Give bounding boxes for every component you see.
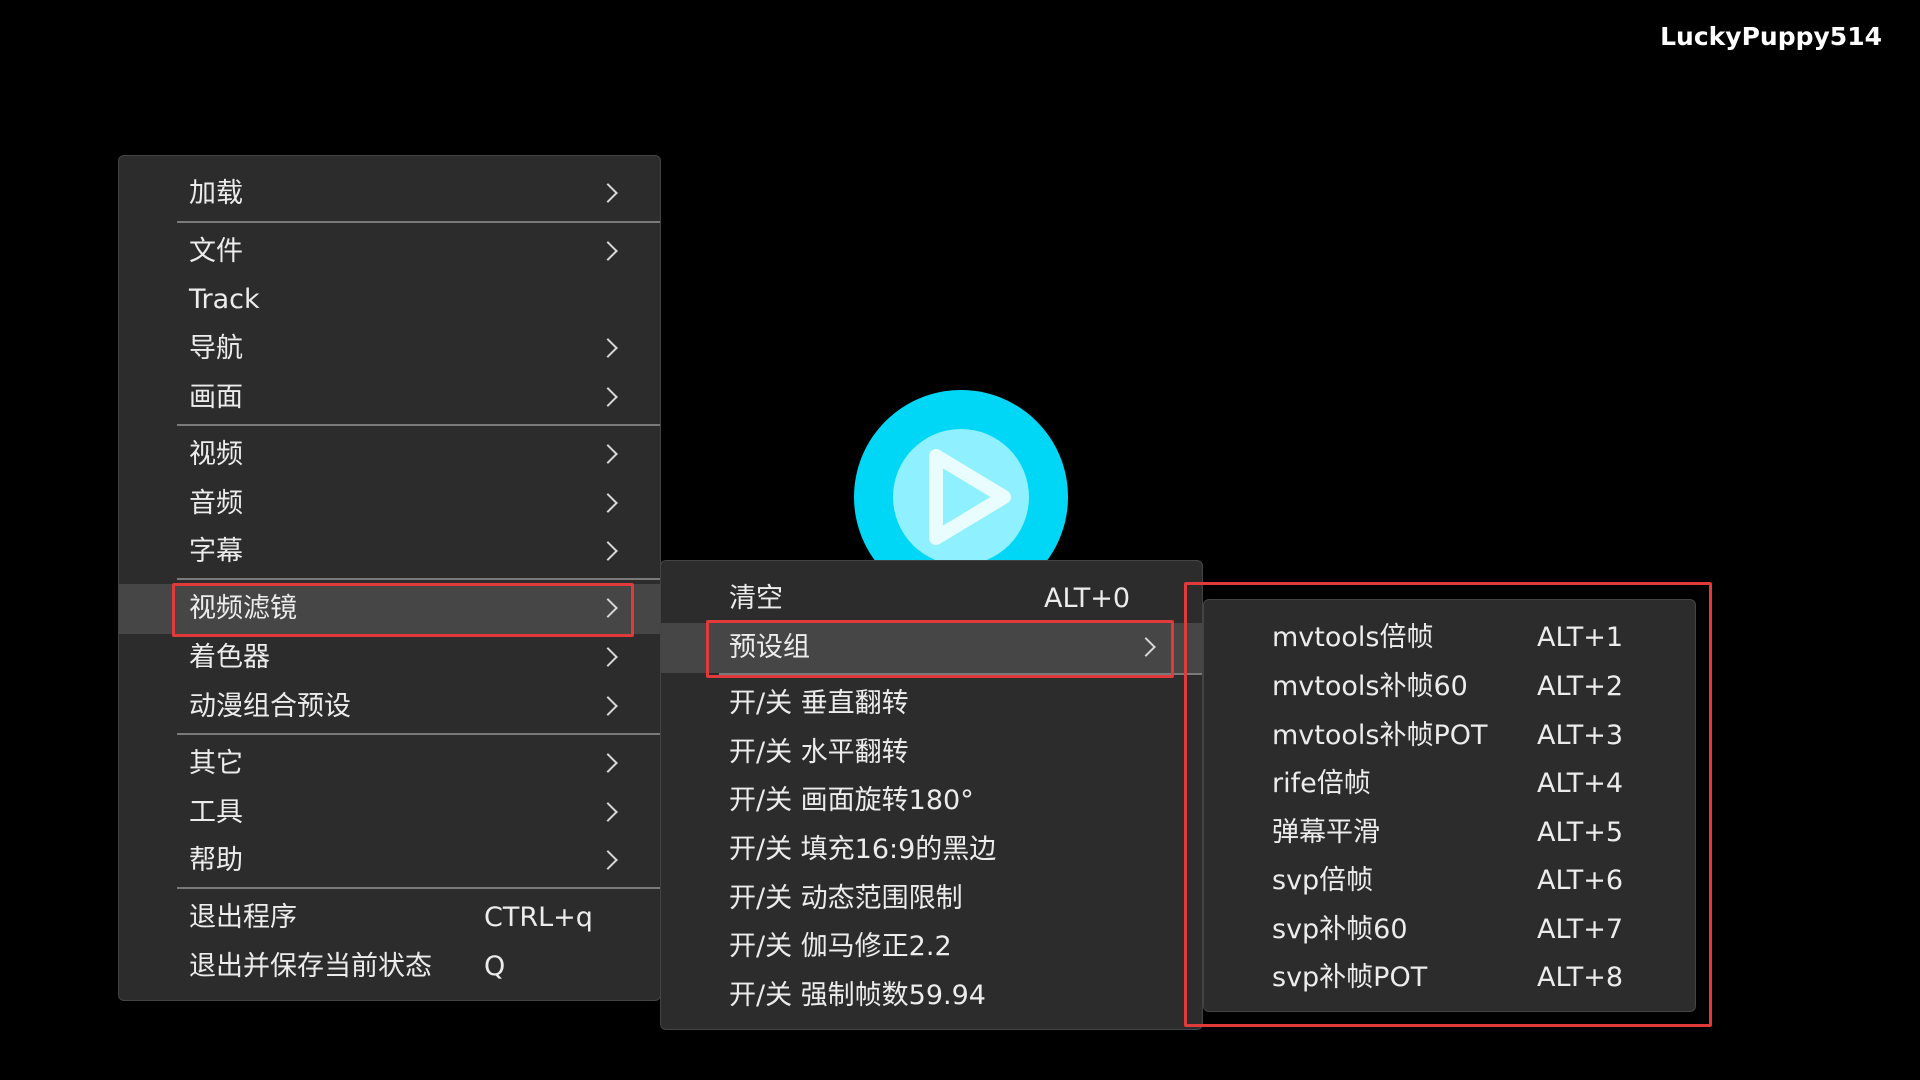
menu-item-picture[interactable]: 画面 — [119, 374, 660, 422]
chevron-right-icon — [598, 493, 618, 513]
chevron-right-icon — [598, 183, 618, 203]
menu-item-subtitle[interactable]: 字幕 — [119, 528, 660, 576]
menu-item-rotate180[interactable]: 开/关 画面旋转180° — [661, 777, 1202, 825]
menu-item-quit-save[interactable]: 退出并保存当前状态 Q — [119, 943, 660, 991]
menu-item-track[interactable]: Track — [119, 276, 660, 324]
menu-item-label: 开/关 动态范围限制 — [729, 883, 963, 914]
menu-separator — [177, 424, 660, 426]
main-context-menu: 加载 文件 Track 导航 画面 视频 音频 字幕 视频滤镜 着色器 动漫组合… — [118, 155, 661, 1001]
menu-item-label: 音频 — [189, 488, 243, 519]
chevron-right-icon — [598, 647, 618, 667]
chevron-right-icon — [598, 444, 618, 464]
menu-item-shortcut: CTRL+q — [484, 902, 593, 933]
menu-item-label: 开/关 水平翻转 — [729, 737, 909, 768]
menu-item-quit[interactable]: 退出程序 CTRL+q — [119, 894, 660, 942]
menu-item-label: Track — [189, 284, 260, 315]
chevron-right-icon — [598, 696, 618, 716]
menu-item-label: 开/关 画面旋转180° — [729, 785, 974, 816]
chevron-right-icon — [598, 387, 618, 407]
menu-item-label: 工具 — [189, 797, 243, 828]
menu-item-video[interactable]: 视频 — [119, 431, 660, 479]
chevron-right-icon — [598, 753, 618, 773]
menu-item-label: 开/关 填充16:9的黑边 — [729, 834, 997, 865]
menu-item-label: 导航 — [189, 333, 243, 364]
chevron-right-icon — [598, 338, 618, 358]
menu-item-label: 清空 — [729, 583, 783, 614]
menu-item-label: 文件 — [189, 236, 243, 267]
menu-item-audio[interactable]: 音频 — [119, 480, 660, 528]
menu-item-label: 开/关 伽马修正2.2 — [729, 931, 952, 962]
highlight-video-filter — [172, 583, 634, 637]
menu-item-tools[interactable]: 工具 — [119, 789, 660, 837]
menu-item-label: 加载 — [189, 178, 243, 209]
menu-item-load[interactable]: 加载 — [119, 170, 660, 218]
highlight-preset-group — [706, 620, 1174, 678]
menu-item-gamma[interactable]: 开/关 伽马修正2.2 — [661, 923, 1202, 971]
menu-item-label: 画面 — [189, 382, 243, 413]
menu-item-clear[interactable]: 清空 ALT+0 — [661, 575, 1202, 623]
menu-item-label: 帮助 — [189, 845, 243, 876]
menu-item-vflip[interactable]: 开/关 垂直翻转 — [661, 680, 1202, 728]
menu-item-force-fps[interactable]: 开/关 强制帧数59.94 — [661, 972, 1202, 1020]
menu-item-label: 字幕 — [189, 536, 243, 567]
menu-item-hflip[interactable]: 开/关 水平翻转 — [661, 729, 1202, 777]
menu-item-label: 其它 — [189, 748, 243, 779]
menu-separator — [177, 578, 660, 580]
menu-item-other[interactable]: 其它 — [119, 740, 660, 788]
menu-item-label: 视频 — [189, 439, 243, 470]
watermark: LuckyPuppy514 — [1660, 22, 1882, 51]
menu-item-label: 着色器 — [189, 642, 270, 673]
menu-item-label: 开/关 强制帧数59.94 — [729, 980, 986, 1011]
menu-item-navigate[interactable]: 导航 — [119, 325, 660, 373]
menu-separator — [177, 221, 660, 223]
menu-item-file[interactable]: 文件 — [119, 228, 660, 276]
menu-item-label: 开/关 垂直翻转 — [729, 688, 909, 719]
menu-item-label: 退出并保存当前状态 — [189, 951, 432, 982]
menu-item-shader[interactable]: 着色器 — [119, 634, 660, 682]
chevron-right-icon — [598, 241, 618, 261]
menu-separator — [177, 733, 660, 735]
chevron-right-icon — [598, 541, 618, 561]
menu-item-help[interactable]: 帮助 — [119, 837, 660, 885]
menu-separator — [177, 887, 660, 889]
menu-item-label: 动漫组合预设 — [189, 691, 351, 722]
menu-item-shortcut: Q — [484, 951, 506, 982]
chevron-right-icon — [598, 850, 618, 870]
menu-item-pad-16-9[interactable]: 开/关 填充16:9的黑边 — [661, 826, 1202, 874]
chevron-right-icon — [598, 802, 618, 822]
menu-item-anime-preset[interactable]: 动漫组合预设 — [119, 683, 660, 731]
menu-item-shortcut: ALT+0 — [1044, 583, 1131, 614]
highlight-preset-submenu — [1184, 582, 1712, 1027]
menu-item-dynamic-range[interactable]: 开/关 动态范围限制 — [661, 875, 1202, 923]
menu-item-label: 退出程序 — [189, 902, 297, 933]
